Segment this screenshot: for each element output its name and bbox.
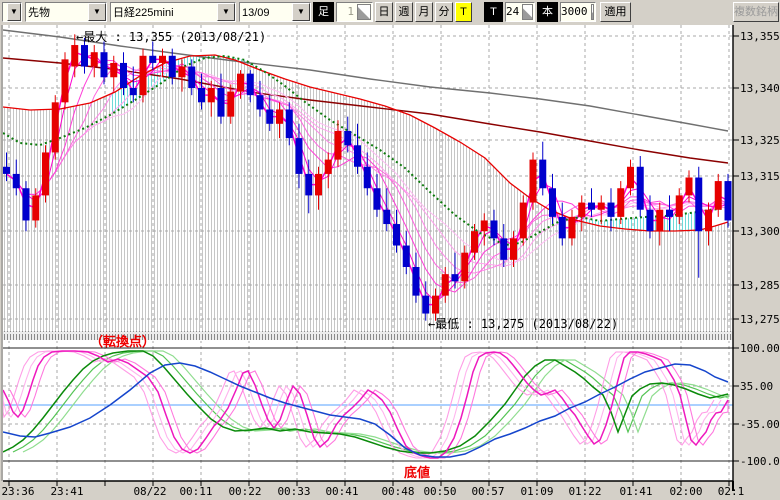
time-axis-label: 00:33: [277, 485, 310, 498]
time-axis-label: 23:36: [1, 485, 34, 498]
min-price-annotation: ←最低 : 13,275 (2013/08/22): [428, 315, 618, 332]
bottom-price-label: 底値: [404, 462, 430, 481]
spinner-icon[interactable]: [591, 4, 595, 20]
symbol-combobox[interactable]: 日経225mini ▼: [110, 2, 236, 22]
price-axis-label: 13,325: [740, 134, 780, 147]
period-month-button[interactable]: 月: [415, 2, 433, 22]
chart-canvas[interactable]: [0, 0, 780, 500]
time-axis-label: 00:57: [471, 485, 504, 498]
time-axis-label: 23:41: [50, 485, 83, 498]
toolbar: ▼ 先物 ▼ 日経225mini ▼ 13/09 ▼ 足 1 日 週 月 分 T…: [0, 0, 780, 25]
tick-count-value: 24: [506, 3, 521, 21]
symbol-combobox-value: 日経225mini: [111, 3, 217, 21]
market-combobox[interactable]: 先物 ▼: [25, 2, 107, 22]
chevron-down-icon[interactable]: ▼: [88, 3, 106, 21]
time-axis-label: 00:48: [381, 485, 414, 498]
turning-point-label: （転換点）: [90, 331, 155, 350]
period-tick-button[interactable]: T: [455, 2, 472, 22]
blank-combobox[interactable]: ▼: [2, 2, 22, 22]
period-minute-button[interactable]: 分: [435, 2, 453, 22]
tick-label: T: [484, 2, 503, 22]
interval-value: 1: [337, 3, 356, 21]
indicator-axis-label: -100.00: [740, 455, 780, 468]
contract-month-combobox[interactable]: 13/09 ▼: [239, 2, 311, 22]
price-axis-label: 13,285: [740, 279, 780, 292]
max-price-annotation: ←最大 : 13,355 (2013/08/21): [76, 28, 266, 45]
indicator-axis-label: 100.00: [740, 342, 780, 355]
apply-button[interactable]: 適用: [600, 2, 631, 22]
tick-count-stepper[interactable]: 24: [505, 2, 535, 22]
price-axis-label: 13,275: [740, 313, 780, 326]
chevron-down-icon[interactable]: ▼: [292, 3, 310, 21]
price-axis-label: 13,340: [740, 82, 780, 95]
bar-count-stepper[interactable]: 3000: [560, 2, 596, 22]
chevron-down-icon[interactable]: ▼: [217, 3, 235, 21]
contract-month-combobox-value: 13/09: [240, 3, 292, 21]
time-axis-label: 01:41: [619, 485, 652, 498]
period-day-button[interactable]: 日: [375, 2, 393, 22]
interval-stepper[interactable]: 1: [336, 2, 373, 22]
market-combobox-value: 先物: [26, 3, 88, 21]
price-axis-label: 13,300: [740, 225, 780, 238]
time-axis-label: 00:41: [325, 485, 358, 498]
time-axis-label: 01:22: [568, 485, 601, 498]
time-axis-label: 08/22: [133, 485, 166, 498]
indicator-axis-label: 35.00: [740, 380, 773, 393]
period-week-button[interactable]: 週: [395, 2, 413, 22]
spinner-icon[interactable]: [522, 4, 533, 20]
bar-count-label: 本数: [537, 2, 558, 22]
time-axis-label: 00:50: [423, 485, 456, 498]
time-axis-label: 00:11: [179, 485, 212, 498]
time-axis-label: 00:22: [228, 485, 261, 498]
price-axis-label: 13,315: [740, 170, 780, 183]
bar-count-value: 3000: [561, 3, 590, 21]
time-axis-label: 02:00: [669, 485, 702, 498]
bar-type-label: 足: [313, 2, 334, 22]
time-axis-label: 02:1: [718, 485, 745, 498]
chart-application: ▼ 先物 ▼ 日経225mini ▼ 13/09 ▼ 足 1 日 週 月 分 T…: [0, 0, 780, 500]
chart-area: ←最大 : 13,355 (2013/08/21) ←最低 : 13,275 (…: [0, 0, 780, 500]
indicator-axis-label: -35.00: [740, 418, 780, 431]
price-axis-label: 13,355: [740, 30, 780, 43]
time-axis-label: 01:09: [520, 485, 553, 498]
chevron-down-icon[interactable]: ▼: [7, 3, 21, 21]
spinner-icon[interactable]: [357, 4, 371, 20]
multi-symbol-button[interactable]: 複数銘柄: [733, 2, 779, 22]
